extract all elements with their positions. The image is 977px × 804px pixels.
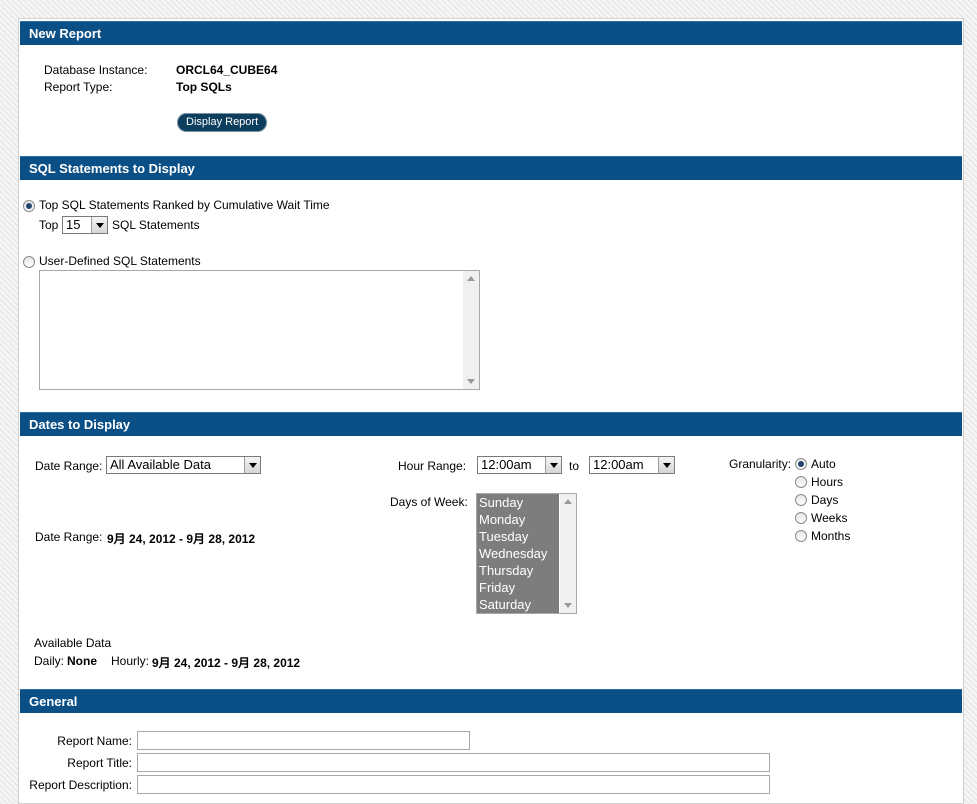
granularity-auto-label: Auto (811, 457, 836, 471)
hour-to-value: 12:00am (593, 457, 644, 472)
report-description-input[interactable] (137, 775, 770, 794)
granularity-weeks-label: Weeks (811, 511, 848, 525)
day-option-thursday[interactable]: Thursday (477, 562, 559, 579)
granularity-hours-label: Hours (811, 475, 844, 489)
scroll-up-icon[interactable] (467, 276, 475, 281)
chevron-down-icon (658, 457, 674, 473)
scroll-up-icon[interactable] (564, 499, 572, 504)
dates-header: Dates to Display (20, 412, 962, 436)
scroll-down-icon[interactable] (467, 379, 475, 384)
chevron-down-icon (91, 217, 107, 233)
db-instance-label: Database Instance: (44, 63, 148, 77)
granularity-days-radio[interactable] (795, 494, 807, 506)
hour-to-select[interactable]: 12:00am (589, 456, 675, 474)
chevron-down-icon (545, 457, 561, 473)
report-name-input[interactable] (137, 731, 470, 750)
top-count-value: 15 (66, 217, 81, 232)
granularity-months-radio[interactable] (795, 530, 807, 542)
user-defined-sql-radio[interactable] (23, 256, 35, 268)
user-sql-textarea[interactable] (39, 270, 480, 390)
display-report-button[interactable]: Display Report (177, 113, 268, 132)
date-range-select[interactable]: All Available Data (106, 456, 261, 474)
report-description-label: Report Description: (29, 778, 132, 792)
day-option-wednesday[interactable]: Wednesday (477, 545, 559, 562)
granularity-label: Granularity: (729, 457, 792, 471)
day-option-friday[interactable]: Friday (477, 579, 559, 596)
granularity-days-label: Days (811, 493, 839, 507)
report-title-label: Report Title: (67, 756, 132, 770)
new-report-header: New Report (20, 21, 962, 45)
day-option-monday[interactable]: Monday (477, 511, 559, 528)
top-prefix-label: Top (39, 218, 59, 232)
db-instance-value: ORCL64_CUBE64 (176, 63, 278, 77)
scroll-down-icon[interactable] (564, 603, 572, 608)
hourly-label: Hourly: (111, 654, 150, 668)
hour-range-label: Hour Range: (398, 459, 467, 473)
day-option-tuesday[interactable]: Tuesday (477, 528, 559, 545)
days-of-week-listbox[interactable]: Sunday Monday Tuesday Wednesday Thursday… (476, 493, 577, 614)
top-sql-option-label: Top SQL Statements Ranked by Cumulative … (39, 198, 330, 212)
report-form-panel: New Report Database Instance: ORCL64_CUB… (18, 18, 964, 804)
day-option-saturday[interactable]: Saturday (477, 596, 559, 613)
general-header: General (20, 689, 962, 713)
days-of-week-label: Days of Week: (390, 495, 468, 509)
report-title-input[interactable] (137, 753, 770, 772)
textarea-scrollbar[interactable] (463, 271, 479, 389)
available-data-title: Available Data (34, 636, 112, 650)
date-range-label: Date Range: (35, 459, 103, 473)
granularity-hours-radio[interactable] (795, 476, 807, 488)
chevron-down-icon (244, 457, 260, 473)
report-name-label: Report Name: (57, 734, 132, 748)
days-listbox-scrollbar[interactable] (560, 494, 576, 613)
hour-to-label: to (569, 459, 580, 473)
hourly-value: 9月 24, 2012 - 9月 28, 2012 (152, 656, 301, 670)
hour-from-value: 12:00am (481, 457, 532, 472)
date-range-summary-label: Date Range: (35, 530, 103, 544)
granularity-weeks-radio[interactable] (795, 512, 807, 524)
granularity-months-label: Months (811, 529, 851, 543)
top-count-select[interactable]: 15 (62, 216, 108, 234)
date-range-summary-value: 9月 24, 2012 - 9月 28, 2012 (107, 532, 256, 546)
top-suffix-label: SQL Statements (112, 218, 200, 232)
daily-label: Daily: (34, 654, 65, 668)
hour-from-select[interactable]: 12:00am (477, 456, 562, 474)
granularity-auto-radio[interactable] (795, 458, 807, 470)
day-option-sunday[interactable]: Sunday (477, 494, 559, 511)
report-type-label: Report Type: (44, 80, 113, 94)
sql-statements-header: SQL Statements to Display (20, 156, 962, 180)
daily-value: None (67, 654, 97, 668)
user-defined-sql-label: User-Defined SQL Statements (39, 254, 201, 268)
date-range-value: All Available Data (110, 457, 211, 472)
page-background: { "sections": { "new_report": "New Repor… (0, 0, 977, 804)
top-sql-radio[interactable] (23, 200, 35, 212)
report-type-value: Top SQLs (176, 80, 232, 94)
